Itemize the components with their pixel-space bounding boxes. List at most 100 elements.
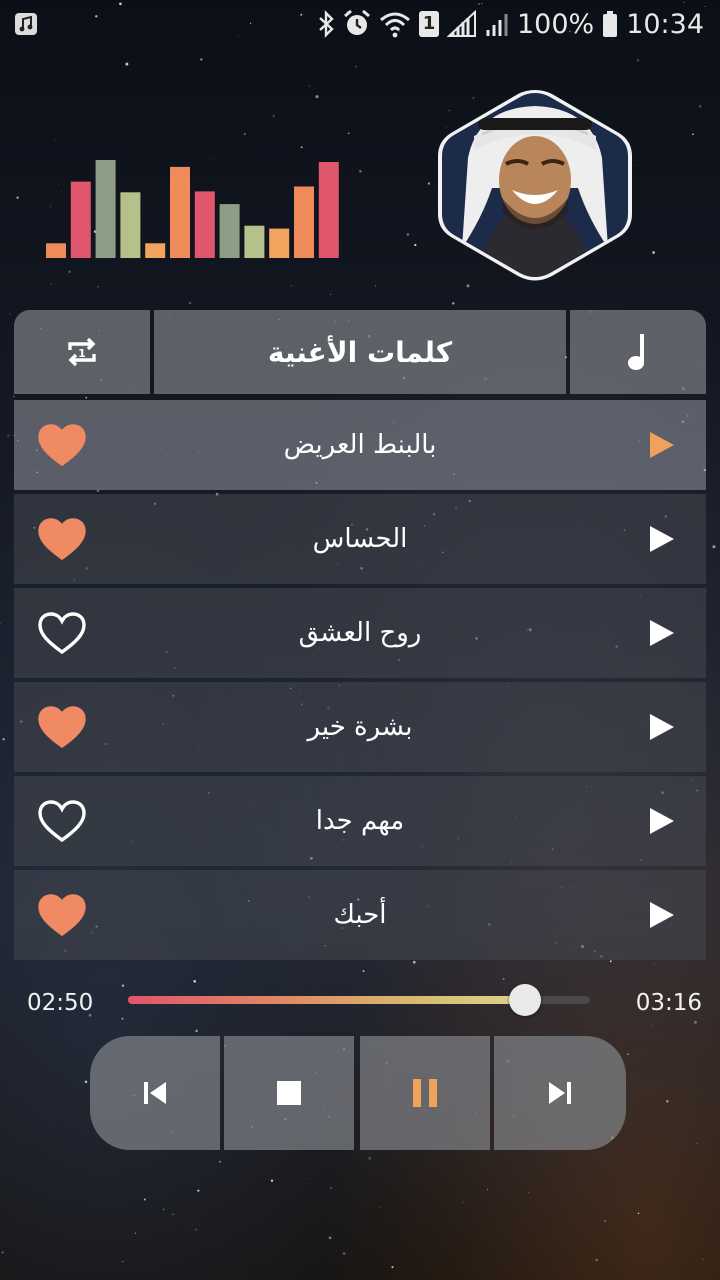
star xyxy=(85,396,88,399)
play-icon[interactable] xyxy=(648,806,676,836)
visualizer-bar xyxy=(318,162,339,258)
star xyxy=(712,545,716,549)
star xyxy=(200,58,203,61)
top-tabbar: 1 كلمات الأغنية xyxy=(14,310,706,394)
star xyxy=(143,1198,146,1201)
star xyxy=(243,132,246,136)
star xyxy=(374,285,376,287)
star xyxy=(121,1260,124,1263)
lyrics-tab[interactable]: كلمات الأغنية xyxy=(154,310,566,394)
star xyxy=(172,1213,174,1215)
song-title: مهم جدا xyxy=(315,806,405,836)
star xyxy=(194,1228,197,1231)
bluetooth-icon xyxy=(319,10,334,38)
visualizer-bar xyxy=(170,166,190,258)
star xyxy=(342,1252,346,1255)
play-icon[interactable] xyxy=(648,618,676,648)
star xyxy=(683,967,685,969)
star xyxy=(97,285,99,288)
song-title: الحساس xyxy=(312,524,408,554)
skip-next-icon xyxy=(549,1082,571,1104)
star xyxy=(502,978,505,980)
sim-icon: 1 xyxy=(418,11,439,37)
star xyxy=(652,251,656,254)
visualizer-bar xyxy=(46,243,66,258)
star xyxy=(362,970,365,972)
star xyxy=(12,395,15,398)
play-icon[interactable] xyxy=(648,712,676,742)
star xyxy=(701,227,703,228)
star xyxy=(162,1208,165,1211)
music-note-icon xyxy=(628,334,644,370)
star xyxy=(16,196,19,199)
play-icon[interactable] xyxy=(648,430,676,460)
heart-filled-icon[interactable] xyxy=(38,894,86,936)
visualizer-bar xyxy=(219,204,240,258)
star xyxy=(359,169,362,173)
heart-outline-icon[interactable] xyxy=(38,612,86,654)
star xyxy=(211,1277,213,1279)
previous-button[interactable] xyxy=(90,1036,220,1150)
song-row[interactable]: الحساس xyxy=(14,494,706,584)
song-row[interactable]: أحبك xyxy=(14,870,706,960)
song-row[interactable]: مهم جدا xyxy=(14,776,706,866)
heart-filled-icon[interactable] xyxy=(38,424,86,466)
play-icon[interactable] xyxy=(648,524,676,554)
visualizer-bar xyxy=(95,160,116,258)
music-tab[interactable] xyxy=(570,310,706,394)
star xyxy=(328,1236,332,1240)
heart-filled-icon[interactable] xyxy=(38,518,86,560)
song-row[interactable]: بالبنط العريض xyxy=(14,400,706,490)
song-title: بشرة خير xyxy=(307,712,413,742)
repeat-button[interactable]: 1 xyxy=(14,310,150,394)
lyrics-tab-label: كلمات الأغنية xyxy=(267,335,453,369)
star xyxy=(609,960,612,963)
star xyxy=(329,293,332,295)
star xyxy=(2,737,5,741)
star xyxy=(50,283,52,285)
song-title: روح العشق xyxy=(298,618,422,648)
star xyxy=(427,182,431,185)
play-icon[interactable] xyxy=(648,900,676,930)
stop-button[interactable] xyxy=(224,1036,354,1150)
star xyxy=(309,85,311,87)
star xyxy=(0,622,1,625)
star xyxy=(391,1266,394,1269)
star xyxy=(55,1127,56,1129)
star xyxy=(121,1017,124,1020)
star xyxy=(702,1258,705,1260)
star xyxy=(300,146,303,149)
song-row[interactable]: بشرة خير xyxy=(14,682,706,772)
song-title: بالبنط العريض xyxy=(283,430,437,460)
pause-button[interactable] xyxy=(360,1036,490,1150)
playback-controls xyxy=(90,1036,626,1150)
elapsed-time: 02:50 xyxy=(27,990,94,1016)
battery-percent: 100% xyxy=(516,8,595,40)
star xyxy=(347,132,350,135)
star xyxy=(466,284,470,288)
heart-outline-icon[interactable] xyxy=(38,800,86,842)
seek-knob[interactable] xyxy=(509,984,542,1016)
svg-text:1: 1 xyxy=(78,347,86,360)
star xyxy=(9,313,11,315)
star xyxy=(692,133,694,136)
heart-filled-icon[interactable] xyxy=(38,706,86,748)
star xyxy=(121,984,125,987)
total-duration: 03:16 xyxy=(635,990,702,1016)
star xyxy=(54,139,56,141)
seek-bar[interactable] xyxy=(128,984,590,1016)
star xyxy=(414,243,417,247)
visualizer-bar xyxy=(269,228,290,258)
star xyxy=(290,284,293,287)
star xyxy=(7,434,10,437)
star xyxy=(270,1179,274,1182)
star xyxy=(212,262,214,264)
star xyxy=(706,590,707,592)
song-row[interactable]: روح العشق xyxy=(14,588,706,678)
visualizer-bar xyxy=(294,186,314,258)
next-button[interactable] xyxy=(494,1036,626,1150)
star xyxy=(218,1160,221,1163)
star xyxy=(652,1024,653,1026)
seek-bar-fill xyxy=(128,996,526,1004)
star xyxy=(627,1053,629,1055)
